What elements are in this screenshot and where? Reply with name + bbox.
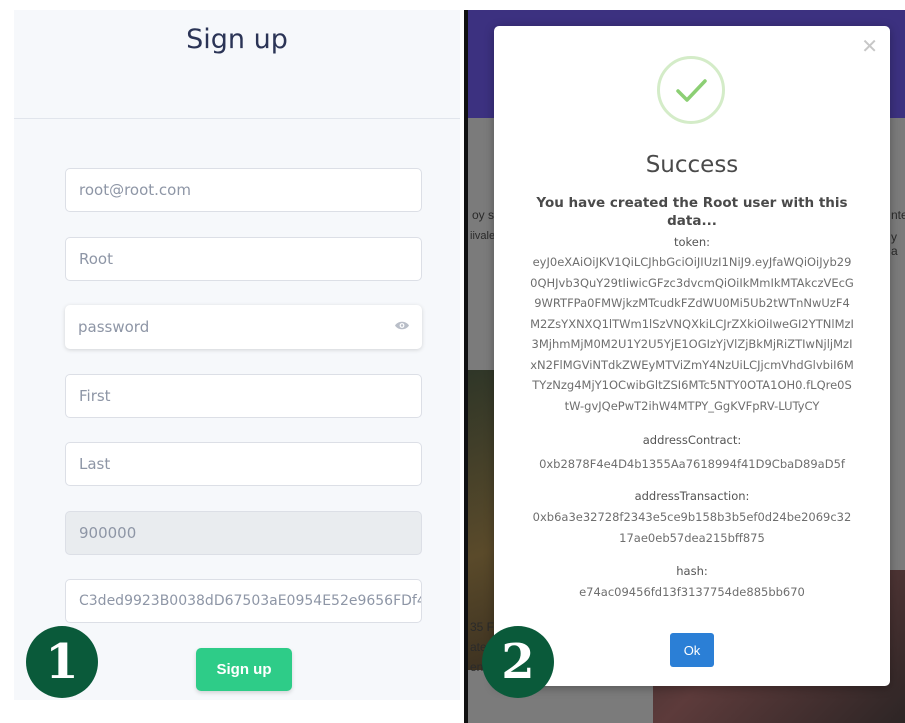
- signup-button[interactable]: Sign up: [196, 648, 292, 691]
- address-transaction-value: 0xb6a3e32728f2343e5ce9b158b3b5ef0d24be20…: [532, 510, 852, 545]
- modal-title: Success: [645, 152, 739, 178]
- token-label: token:: [673, 235, 711, 249]
- background-text: iivale: [470, 230, 496, 242]
- hash-label: hash:: [676, 564, 708, 578]
- success-modal: ✕ Success You have created the Root user…: [494, 26, 890, 686]
- username-field[interactable]: Root: [65, 237, 422, 281]
- check-icon: [657, 56, 725, 124]
- background-text: nte: [891, 208, 905, 222]
- amount-field: 900000: [65, 511, 422, 555]
- hash-value: e74ac09456fd13f3137754de885bb670: [579, 585, 805, 599]
- step-badge-2: 2: [482, 626, 554, 698]
- password-field[interactable]: password: [65, 305, 422, 349]
- first-name-field[interactable]: First: [65, 374, 422, 418]
- wallet-address-field[interactable]: C3ded9923B0038dD67503aE0954E52e9656FDf41: [65, 579, 422, 623]
- background-text: y a: [891, 230, 898, 258]
- modal-subtitle: You have created the Root user with this…: [536, 195, 848, 229]
- password-placeholder: password: [78, 318, 150, 336]
- signup-panel: Sign up root@root.com Root password Firs…: [14, 10, 460, 700]
- email-field[interactable]: root@root.com: [65, 168, 422, 212]
- address-contract-label: addressContract:: [642, 433, 742, 447]
- eye-icon[interactable]: [394, 320, 410, 331]
- address-transaction-label: addressTransaction:: [634, 489, 750, 503]
- last-name-field[interactable]: Last: [65, 442, 422, 486]
- background-text: 35 F: [470, 620, 495, 634]
- ok-button[interactable]: Ok: [670, 633, 714, 667]
- page-title: Sign up: [186, 24, 288, 55]
- address-contract-value: 0xb2878F4e4D4b1355Aa7618994f41D9CbaD89aD…: [539, 457, 845, 471]
- background-text: oy s: [472, 208, 495, 222]
- token-value: eyJ0eXAiOiJKV1QiLCJhbGciOiJIUzI1NiJ9.eyJ…: [530, 255, 854, 413]
- step-badge-1: 1: [26, 626, 98, 698]
- header-divider: [14, 118, 460, 119]
- close-icon[interactable]: ✕: [861, 34, 878, 58]
